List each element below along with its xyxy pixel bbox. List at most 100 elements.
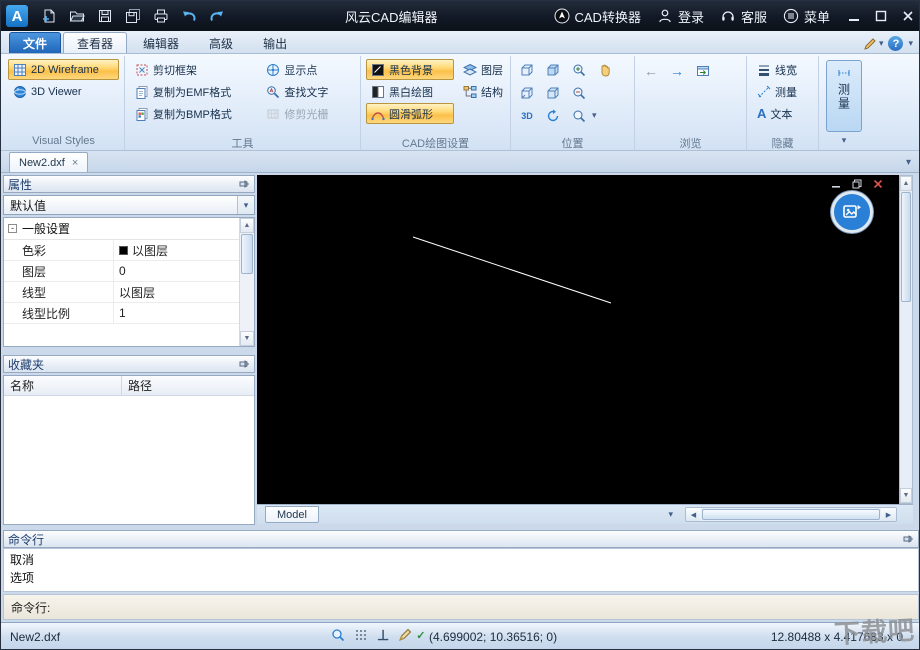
- scroll-up-icon[interactable]: ▲: [240, 218, 254, 233]
- cad-converter-button[interactable]: CAD转换器: [554, 7, 641, 26]
- canvas-close-button[interactable]: [871, 178, 885, 190]
- sphere-icon: [14, 85, 26, 98]
- scroll-left-icon[interactable]: ◀: [686, 508, 701, 521]
- document-tab[interactable]: New2.dxf ×: [9, 152, 89, 172]
- show-points-button[interactable]: 显示点: [261, 59, 355, 80]
- favorites-col-path[interactable]: 路径: [122, 376, 254, 395]
- redo-button[interactable]: [204, 4, 229, 28]
- pin-icon[interactable]: [238, 358, 250, 370]
- canvas-restore-button[interactable]: [850, 178, 864, 190]
- zoom-out-button[interactable]: [567, 82, 591, 103]
- find-text-button[interactable]: 查找文字: [261, 81, 355, 102]
- go-to-view-button[interactable]: [691, 61, 715, 82]
- zoom-in-button[interactable]: [567, 59, 591, 80]
- bw-drawing-button[interactable]: 黑白绘图: [366, 81, 454, 102]
- layout-list-chevron[interactable]: ▾: [668, 509, 673, 520]
- copy-bmp-button[interactable]: 复制为BMP格式: [130, 103, 257, 124]
- canvas-vertical-scrollbar[interactable]: ▲ ▼: [899, 175, 913, 504]
- layers-button[interactable]: 图层: [458, 59, 504, 80]
- 3d-viewer-button[interactable]: 3D Viewer: [8, 81, 119, 102]
- pin-icon[interactable]: [238, 178, 250, 190]
- grid-snap-icon[interactable]: [354, 628, 368, 642]
- tab-viewer[interactable]: 查看器: [63, 32, 128, 53]
- command-history-line: 取消: [10, 553, 35, 567]
- tab-editor[interactable]: 编辑器: [129, 32, 193, 53]
- property-value[interactable]: 1: [114, 303, 239, 323]
- ortho-icon[interactable]: ⊥: [377, 628, 389, 642]
- quick-style-button[interactable]: ▾: [863, 37, 883, 51]
- image-tool-button[interactable]: [831, 191, 873, 233]
- minimize-button[interactable]: [840, 1, 867, 31]
- property-value[interactable]: 以图层: [114, 240, 239, 260]
- view-left-button[interactable]: [515, 82, 539, 103]
- drawing-line: [412, 236, 612, 304]
- menu-button[interactable]: 菜单: [783, 7, 830, 26]
- canvas-minimize-button[interactable]: [829, 178, 843, 190]
- collapse-icon[interactable]: -: [8, 224, 17, 233]
- tab-file[interactable]: 文件: [9, 32, 62, 53]
- smooth-arc-button[interactable]: 圆滑弧形: [366, 103, 454, 124]
- new-file-button[interactable]: [36, 4, 61, 28]
- zoom-options-chevron[interactable]: ▾: [592, 110, 597, 121]
- scroll-right-icon[interactable]: ▶: [881, 508, 896, 521]
- support-button[interactable]: 客服: [720, 7, 767, 26]
- tab-list-chevron[interactable]: ▾: [904, 157, 913, 172]
- undo-button[interactable]: [176, 4, 201, 28]
- scrollbar-thumb[interactable]: [241, 234, 253, 274]
- zoom-window-button[interactable]: [567, 105, 591, 126]
- ribbon-collapse-chevron[interactable]: ▾: [908, 38, 913, 49]
- measure-button[interactable]: 测量: [752, 81, 813, 102]
- pan-hand-button[interactable]: [593, 59, 617, 80]
- view-3d-button[interactable]: 3D: [515, 105, 539, 126]
- draw-pen-icon[interactable]: [398, 628, 412, 642]
- tab-advanced[interactable]: 高级: [195, 32, 247, 53]
- save-all-button[interactable]: [120, 4, 145, 28]
- command-input[interactable]: [56, 595, 918, 619]
- scrollbar-thumb[interactable]: [702, 509, 880, 520]
- 2d-wireframe-button[interactable]: 2D Wireframe: [8, 59, 119, 80]
- zoom-status-icon[interactable]: [331, 628, 345, 642]
- help-button[interactable]: ?: [888, 36, 904, 51]
- favorites-col-name[interactable]: 名称: [4, 376, 122, 395]
- clip-frame-label: 剪切框架: [153, 64, 197, 77]
- copy-emf-button[interactable]: 复制为EMF格式: [130, 81, 257, 102]
- measure-panel-button[interactable]: 测量: [826, 60, 862, 132]
- scrollbar-thumb[interactable]: [901, 192, 911, 302]
- view-top-button[interactable]: [515, 59, 539, 80]
- property-name: 色彩: [4, 240, 114, 260]
- forward-button[interactable]: →: [665, 61, 689, 82]
- scroll-down-icon[interactable]: ▼: [240, 331, 254, 346]
- pin-icon[interactable]: [902, 533, 914, 545]
- text-toggle-button[interactable]: A 文本: [752, 103, 813, 124]
- property-grid-scrollbar[interactable]: ▲ ▼: [239, 218, 254, 346]
- view-front-button[interactable]: [541, 59, 565, 80]
- back-button[interactable]: ←: [639, 61, 663, 82]
- black-background-button[interactable]: 黑色背景: [366, 59, 454, 80]
- scroll-up-icon[interactable]: ▲: [900, 176, 912, 191]
- property-value[interactable]: 0: [114, 261, 239, 281]
- drawing-canvas[interactable]: [257, 175, 899, 504]
- view-right-button[interactable]: [541, 82, 565, 103]
- close-button[interactable]: [894, 1, 919, 31]
- maximize-button[interactable]: [867, 1, 894, 31]
- clip-frame-button[interactable]: 剪切框架: [130, 59, 257, 80]
- model-tab[interactable]: Model: [265, 506, 319, 523]
- print-button[interactable]: [148, 4, 173, 28]
- lineweight-button[interactable]: 线宽: [752, 59, 813, 80]
- property-value[interactable]: 以图层: [114, 282, 239, 302]
- preset-dropdown[interactable]: 默认值 ▾: [3, 195, 255, 215]
- scroll-down-icon[interactable]: ▼: [900, 488, 912, 503]
- save-button[interactable]: [92, 4, 117, 28]
- trim-raster-icon: [267, 109, 279, 118]
- tab-output[interactable]: 输出: [249, 32, 301, 53]
- open-folder-button[interactable]: [64, 4, 89, 28]
- canvas-horizontal-scrollbar[interactable]: ◀ ▶: [685, 507, 897, 522]
- orbit-button[interactable]: [541, 105, 565, 126]
- property-group-row[interactable]: - 一般设置: [4, 218, 239, 240]
- login-button[interactable]: 登录: [657, 7, 704, 26]
- favorites-list[interactable]: [4, 396, 254, 524]
- copy-bmp-label: 复制为BMP格式: [153, 108, 232, 121]
- structure-button[interactable]: 结构: [458, 81, 504, 102]
- measure-panel-chevron[interactable]: ▾: [842, 135, 847, 146]
- tab-close-icon[interactable]: ×: [72, 157, 78, 169]
